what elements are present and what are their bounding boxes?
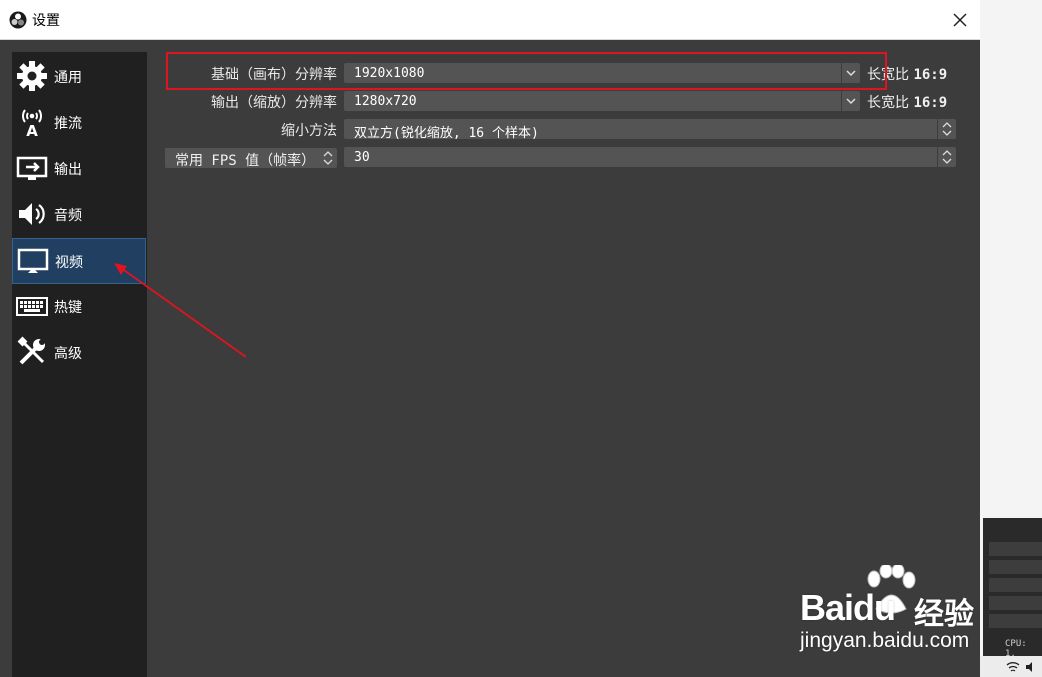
- antenna-icon: A: [22, 109, 42, 138]
- sidebar-item-label: 推流: [54, 116, 82, 132]
- fps-type-select[interactable]: 常用 FPS 值（帧率）: [165, 148, 337, 169]
- output-monitor-icon: [16, 156, 48, 180]
- title-bar: 设置: [0, 0, 980, 40]
- svg-text:A: A: [26, 122, 38, 138]
- monitor-icon: [17, 248, 49, 273]
- baidu-watermark: Baidu 经验 jingyan.baidu.com: [796, 565, 996, 660]
- sidebar-item-stream[interactable]: A 推流: [12, 100, 146, 144]
- speaker-icon: [19, 203, 45, 225]
- sidebar-item-audio[interactable]: 音频: [12, 192, 146, 236]
- keyboard-icon: [16, 297, 48, 316]
- obs-logo-icon: [9, 11, 27, 29]
- tools-icon: [17, 336, 45, 365]
- sidebar-item-general[interactable]: 通用: [12, 54, 146, 98]
- aspect-ratio-label: 长宽比: [867, 95, 909, 111]
- chevron-down-icon[interactable]: [841, 91, 860, 111]
- sidebar-item-label: 高级: [54, 346, 82, 362]
- watermark-brand: Baidu: [800, 587, 896, 628]
- sidebar-item-label: 通用: [54, 70, 82, 86]
- gear-icon: [17, 61, 47, 91]
- fps-value: 30: [354, 150, 370, 165]
- settings-sidebar: 通用 A 推流 输出 音频 视频 热键 高级: [12, 52, 147, 677]
- highlight-box: [166, 52, 887, 90]
- volume-icon: [1026, 662, 1032, 672]
- output-resolution-value: 1280x720: [354, 94, 417, 109]
- sidebar-item-video[interactable]: 视频: [12, 238, 146, 284]
- downscale-filter-label: 缩小方法: [281, 123, 337, 139]
- fps-value-select[interactable]: 30: [344, 147, 956, 167]
- sidebar-item-label: 输出: [54, 162, 82, 178]
- downscale-filter-select[interactable]: 双立方(锐化缩放, 16 个样本): [344, 119, 956, 141]
- sidebar-item-label: 视频: [55, 255, 83, 271]
- fps-type-label: 常用 FPS 值（帧率）: [175, 153, 316, 169]
- aspect-ratio-value: 16:9: [913, 67, 948, 83]
- window-title: 设置: [32, 13, 60, 29]
- watermark-product: 经验: [914, 597, 974, 632]
- sidebar-item-label: 热键: [54, 300, 82, 316]
- sidebar-item-label: 音频: [54, 208, 82, 224]
- downscale-filter-value: 双立方(锐化缩放, 16 个样本): [354, 126, 539, 141]
- updown-chevron-icon[interactable]: [937, 119, 956, 139]
- sidebar-item-advanced[interactable]: 高级: [12, 330, 146, 374]
- updown-chevron-icon[interactable]: [319, 148, 337, 168]
- close-icon[interactable]: [950, 10, 970, 30]
- sidebar-item-hotkeys[interactable]: 热键: [12, 284, 146, 328]
- updown-chevron-icon[interactable]: [937, 147, 956, 167]
- watermark-url: jingyan.baidu.com: [800, 629, 970, 652]
- output-resolution-combo[interactable]: 1280x720: [344, 91, 860, 111]
- output-aspect-ratio: 长宽比 16:9: [867, 92, 947, 112]
- wifi-icon: [1006, 662, 1020, 672]
- sidebar-item-output[interactable]: 输出: [12, 146, 146, 190]
- output-resolution-label: 输出（缩放）分辨率: [211, 95, 337, 111]
- aspect-ratio-value: 16:9: [913, 95, 948, 111]
